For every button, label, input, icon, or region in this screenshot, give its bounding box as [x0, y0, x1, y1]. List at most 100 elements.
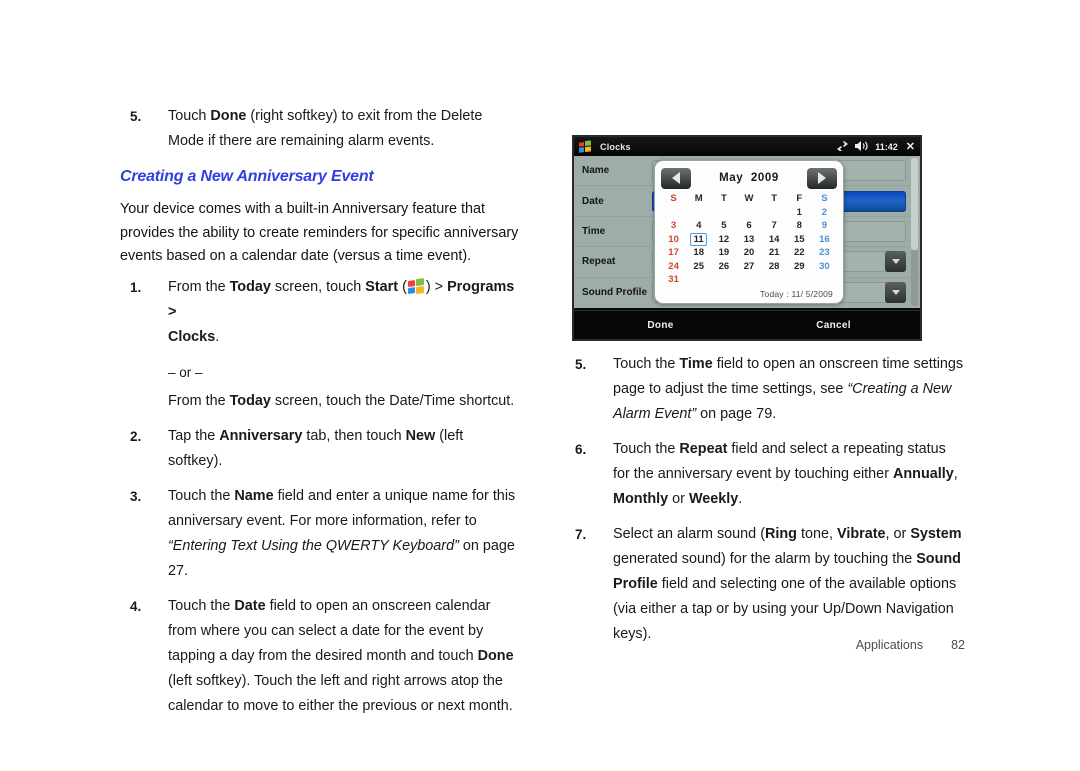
or-divider: – or –: [168, 364, 203, 380]
form-label-sound-profile: Sound Profile: [582, 287, 647, 299]
device-clock: 11:42: [875, 141, 898, 152]
arrow-right-icon[interactable]: [807, 167, 837, 189]
list-item-step2: 2. Tap the Anniversary tab, then touch N…: [120, 424, 520, 474]
calendar-day[interactable]: [686, 206, 711, 220]
step-text: Touch the Date field to open an onscreen…: [168, 597, 514, 714]
calendar-day[interactable]: 1: [787, 206, 812, 220]
chevron-down-icon[interactable]: [885, 282, 906, 304]
list-item-step5-left: 5. Touch Done (right softkey) to exit fr…: [120, 104, 520, 154]
done-button[interactable]: Done: [574, 320, 747, 331]
step-text: Touch the Time field to open an onscreen…: [613, 356, 964, 422]
calendar-body: 1 2 3 4 5 6 7 8 9 10 11 12 13 14 15 16 1…: [661, 206, 837, 287]
chevron-down-icon[interactable]: [885, 251, 906, 273]
calendar-day[interactable]: 14: [762, 233, 787, 247]
calendar-weekday-header-row: S M T W T F S: [661, 192, 837, 206]
calendar-day[interactable]: 27: [736, 260, 761, 274]
calendar-grid: S M T W T F S 1 2 3 4 5 6 7 8 9 10 11 12…: [661, 192, 837, 287]
calendar-day[interactable]: [787, 273, 812, 287]
calendar-week-row: 24 25 26 27 28 29 30: [661, 260, 837, 274]
scrollbar-thumb[interactable]: [911, 158, 918, 250]
calendar-day[interactable]: 7: [762, 219, 787, 233]
calendar-day[interactable]: 9: [812, 219, 837, 233]
arrow-left-icon[interactable]: [661, 167, 691, 189]
calendar-day[interactable]: 16: [812, 233, 837, 247]
step-text: From the Today screen, touch Start () > …: [168, 277, 515, 345]
calendar-day[interactable]: [736, 206, 761, 220]
calendar-day[interactable]: [661, 206, 686, 220]
calendar-day[interactable]: [686, 273, 711, 287]
calendar-day[interactable]: 23: [812, 246, 837, 260]
calendar-month-year: May 2009: [719, 172, 779, 184]
weekday-header: M: [694, 193, 703, 205]
calendar-header: May 2009: [661, 166, 837, 190]
calendar-day[interactable]: 2: [812, 206, 837, 220]
step-text: Touch the Repeat field and select a repe…: [613, 441, 958, 507]
calendar-day[interactable]: 25: [686, 260, 711, 274]
calendar-day[interactable]: 24: [661, 260, 686, 274]
calendar-day[interactable]: 28: [762, 260, 787, 274]
list-item-step7: 7. Select an alarm sound (Ring tone, Vib…: [565, 522, 965, 647]
weekday-header: F: [796, 193, 803, 205]
weekday-header: S: [821, 193, 828, 205]
close-icon[interactable]: ✕: [906, 140, 915, 153]
calendar-day[interactable]: [762, 206, 787, 220]
calendar-day[interactable]: 21: [762, 246, 787, 260]
calendar-day[interactable]: 26: [711, 260, 736, 274]
form-label-repeat: Repeat: [582, 256, 616, 268]
cancel-button[interactable]: Cancel: [747, 320, 920, 331]
device-app-title: Clocks: [600, 141, 631, 152]
calendar-week-row: 10 11 12 13 14 15 16: [661, 232, 837, 247]
alternate-instruction: From the Today screen, touch the Date/Ti…: [168, 392, 515, 409]
calendar-day[interactable]: 31: [661, 273, 686, 287]
calendar-day[interactable]: 18: [686, 246, 711, 260]
device-softkey-bar: Done Cancel: [574, 310, 920, 339]
right-text-column: 5. Touch the Time field to open an onscr…: [565, 352, 965, 657]
calendar-day[interactable]: 20: [736, 246, 761, 260]
calendar-day[interactable]: 15: [787, 233, 812, 247]
form-label-time: Time: [582, 225, 606, 237]
calendar-day[interactable]: 8: [787, 219, 812, 233]
calendar-day[interactable]: 29: [787, 260, 812, 274]
page-title: Creating a New Anniversary Event: [120, 168, 374, 185]
calendar-day-selected[interactable]: 11: [686, 232, 711, 247]
calendar-day[interactable]: 5: [711, 219, 736, 233]
step-number: 5.: [130, 109, 142, 124]
calendar-day[interactable]: 12: [711, 233, 736, 247]
calendar-day[interactable]: 10: [661, 233, 686, 247]
step-number: 3.: [130, 488, 142, 504]
scrollbar[interactable]: [911, 158, 918, 306]
calendar-day[interactable]: 6: [736, 219, 761, 233]
calendar-popup: May 2009 S M T W T F S 1 2 3 4 5 6 7 8 9…: [654, 160, 844, 304]
calendar-day[interactable]: 30: [812, 260, 837, 274]
calendar-day[interactable]: 17: [661, 246, 686, 260]
step-number: 6.: [575, 442, 587, 457]
footer-section-name: Applications: [855, 638, 924, 652]
calendar-week-row: 1 2: [661, 206, 837, 220]
list-item-step6: 6. Touch the Repeat field and select a r…: [565, 437, 965, 512]
page-footer: Applications 82: [565, 638, 965, 652]
list-item-step5-right: 5. Touch the Time field to open an onscr…: [565, 352, 965, 427]
speaker-icon: [855, 140, 869, 153]
calendar-day[interactable]: [711, 206, 736, 220]
step-number: 5.: [575, 357, 587, 372]
calendar-day[interactable]: 3: [661, 219, 686, 233]
calendar-day[interactable]: 19: [711, 246, 736, 260]
step-number: 7.: [575, 527, 587, 542]
weekday-header: W: [744, 193, 754, 205]
calendar-day[interactable]: 22: [787, 246, 812, 260]
step-text: Select an alarm sound (Ring tone, Vibrat…: [613, 526, 962, 642]
calendar-day[interactable]: 13: [736, 233, 761, 247]
connectivity-icon: [836, 140, 849, 153]
calendar-day[interactable]: [812, 273, 837, 287]
step-text: Touch the Name field and enter a unique …: [168, 487, 516, 579]
calendar-day[interactable]: 4: [686, 219, 711, 233]
list-item-step4: 4. Touch the Date field to open an onscr…: [120, 594, 520, 719]
calendar-week-row: 31: [661, 273, 837, 287]
step-text: Tap the Anniversary tab, then touch New …: [168, 427, 464, 469]
calendar-day[interactable]: [736, 273, 761, 287]
calendar-day[interactable]: [711, 273, 736, 287]
calendar-day[interactable]: [762, 273, 787, 287]
step-text: Touch Done (right softkey) to exit from …: [168, 108, 483, 149]
device-status-area: 11:42 ✕: [836, 140, 915, 153]
step-number: 4.: [130, 598, 142, 614]
